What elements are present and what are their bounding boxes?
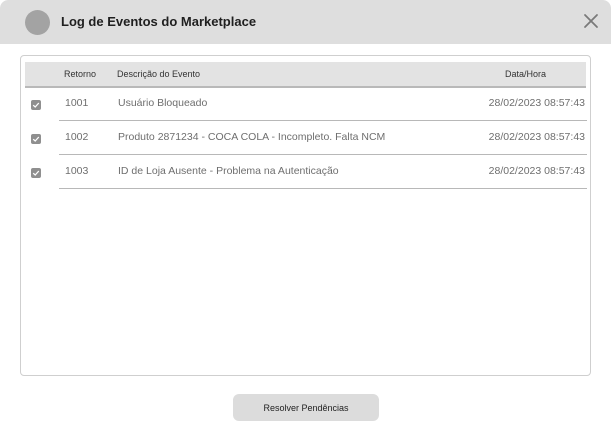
column-header-retorno: Retorno <box>64 69 97 79</box>
table-row[interactable]: 1001 Usuário Bloqueado 28/02/2023 08:57:… <box>21 87 590 121</box>
dialog-title: Log de Eventos do Marketplace <box>61 14 257 29</box>
cell-retorno: 1002 <box>65 131 89 143</box>
event-log-dialog: Log de Eventos do Marketplace Retorno De… <box>0 0 611 439</box>
close-button[interactable] <box>581 11 601 31</box>
checkmark-icon <box>32 136 40 142</box>
table-row[interactable]: 1002 Produto 2871234 - COCA COLA - Incom… <box>21 121 590 155</box>
row-checkbox[interactable] <box>31 168 41 178</box>
column-header-descricao: Descrição do Evento <box>117 69 201 79</box>
cell-data-hora: 28/02/2023 08:57:43 <box>488 131 585 143</box>
cell-descricao: Produto 2871234 - COCA COLA - Incompleto… <box>118 131 386 143</box>
column-header-data-hora: Data/Hora <box>505 69 547 79</box>
cell-retorno: 1001 <box>65 97 89 109</box>
cell-descricao: Usuário Bloqueado <box>118 97 208 109</box>
cell-retorno: 1003 <box>65 165 89 177</box>
dialog-titlebar: Log de Eventos do Marketplace <box>0 0 611 44</box>
table-header: Retorno Descrição do Evento Data/Hora <box>25 62 586 88</box>
checkmark-icon <box>32 170 40 176</box>
cell-data-hora: 28/02/2023 08:57:43 <box>488 97 585 109</box>
cell-descricao: ID de Loja Ausente - Problema na Autenti… <box>118 165 339 177</box>
event-table-panel: Retorno Descrição do Evento Data/Hora 10… <box>20 55 591 376</box>
row-checkbox[interactable] <box>31 100 41 110</box>
table-row[interactable]: 1003 ID de Loja Ausente - Problema na Au… <box>21 155 590 189</box>
checkmark-icon <box>32 102 40 108</box>
row-divider <box>59 188 587 189</box>
cell-data-hora: 28/02/2023 08:57:43 <box>488 165 585 177</box>
resolve-pending-button[interactable]: Resolver Pendências <box>233 394 379 421</box>
row-checkbox[interactable] <box>31 134 41 144</box>
close-icon <box>584 14 598 28</box>
app-avatar-icon <box>25 10 50 35</box>
